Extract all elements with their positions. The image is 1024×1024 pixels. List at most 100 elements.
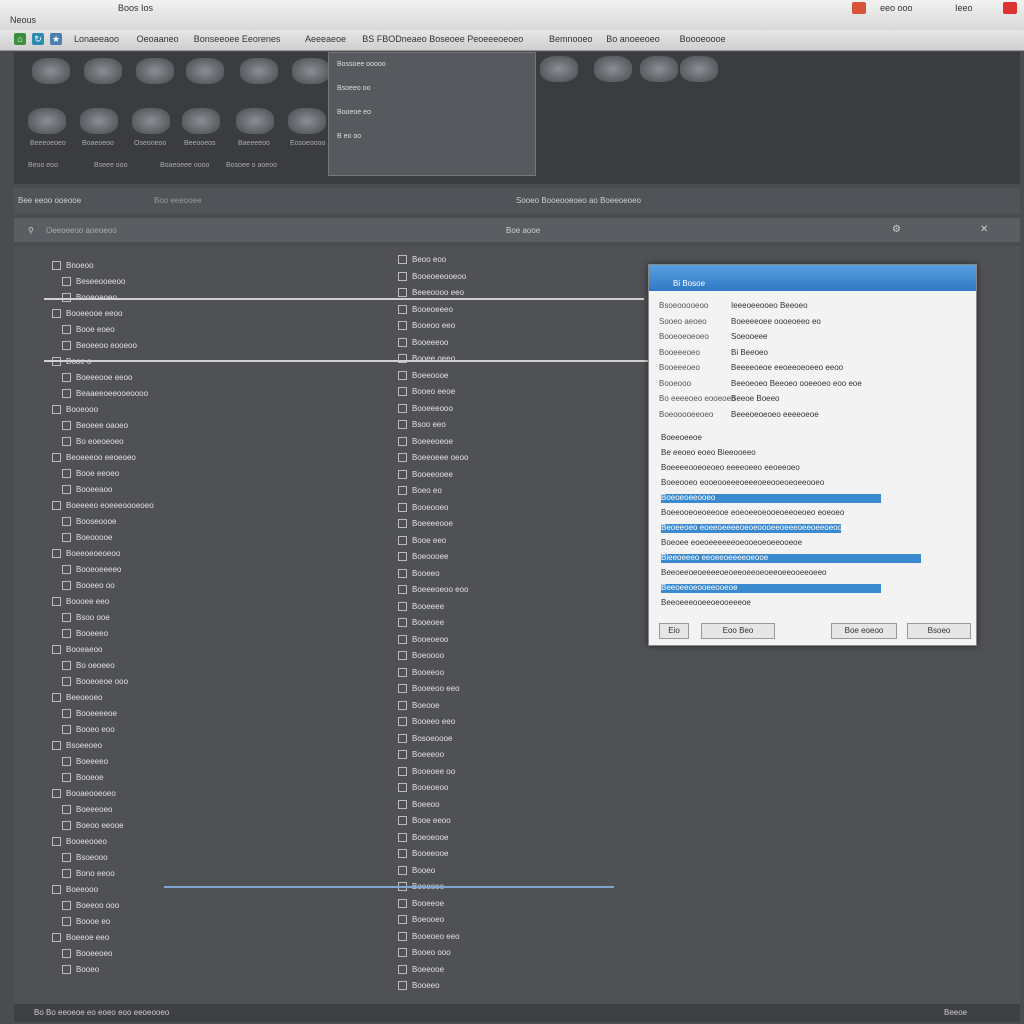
bookmark-link[interactable]: Boooeoooe xyxy=(680,34,726,44)
dialog-list-item[interactable]: Boeeooeoeoeeooe eoeoeeoeooeoeeoeoeo eoeo… xyxy=(661,508,844,517)
search-icon[interactable]: ⚲ xyxy=(28,226,34,235)
dialog-list-item[interactable]: Boeoee eoeoeeeeeeoeooeoeoeeooeoe xyxy=(661,538,802,547)
checkbox[interactable] xyxy=(62,917,71,927)
checkbox[interactable] xyxy=(52,645,61,655)
list-item[interactable]: Beeoeoeo xyxy=(52,692,102,703)
checkbox[interactable] xyxy=(52,885,61,895)
list-item[interactable]: Booeeoeo xyxy=(62,948,112,959)
thumbnail-image[interactable] xyxy=(540,56,578,82)
list-item[interactable]: Booe eeoeo xyxy=(62,468,119,479)
checkbox[interactable] xyxy=(398,849,407,859)
list-item[interactable]: Booeeo xyxy=(398,980,440,991)
list-item[interactable]: Bo eoeoeoeo xyxy=(62,436,124,447)
list-item[interactable]: Boeeeoeoo eoo xyxy=(398,584,469,595)
list-item[interactable]: Boeeoo xyxy=(398,799,440,810)
list-item[interactable]: Boeeooo xyxy=(52,884,98,895)
filter-input[interactable]: Oeeoeeoo aoeoeoo xyxy=(46,226,117,235)
checkbox[interactable] xyxy=(398,502,407,512)
list-item[interactable]: Booe eeoo xyxy=(398,815,451,826)
list-item[interactable]: Booeeaoo xyxy=(62,484,112,495)
checkbox[interactable] xyxy=(62,373,71,383)
dialog-list-item[interactable]: Bieeoeeeo eeoeeoeeeeoeooe xyxy=(661,553,768,562)
list-item[interactable]: Booeeooe eeoo xyxy=(52,308,123,319)
list-item[interactable]: Booee oeeo xyxy=(398,353,455,364)
list-item[interactable]: Booeoee oo xyxy=(398,766,455,777)
checkbox[interactable] xyxy=(398,387,407,397)
list-item[interactable]: Booeeeooo xyxy=(398,403,453,414)
settings-icon[interactable]: ⚙ xyxy=(892,224,901,235)
list-item[interactable]: Booeoe xyxy=(62,772,104,783)
checkbox[interactable] xyxy=(398,700,407,710)
field-value[interactable]: Beeeeoeoe eeoeeoeoeeo eeoo xyxy=(731,363,843,372)
list-item[interactable]: Booeooo xyxy=(52,404,98,415)
list-item[interactable]: Booeeooe xyxy=(398,848,448,859)
checkbox[interactable] xyxy=(62,389,71,399)
list-item[interactable]: Booeoeo eeo xyxy=(398,931,460,942)
list-item[interactable]: Booeaeoo xyxy=(52,644,102,655)
list-item[interactable]: Booeeeoo xyxy=(398,337,448,348)
list-item[interactable]: Booeeo xyxy=(398,568,440,579)
checkbox[interactable] xyxy=(398,321,407,331)
checkbox[interactable] xyxy=(398,981,407,991)
list-item[interactable]: Booeeooeo xyxy=(52,836,107,847)
list-item[interactable]: Booeeo oo xyxy=(62,580,115,591)
thumbnail-image[interactable] xyxy=(84,58,122,84)
checkbox[interactable] xyxy=(398,667,407,677)
refresh-icon[interactable]: ↻ xyxy=(32,33,44,45)
checkbox[interactable] xyxy=(398,766,407,776)
list-item[interactable]: Booeeoo eeo xyxy=(398,683,460,694)
list-item[interactable]: Boeeeoeoe xyxy=(398,436,453,447)
checkbox[interactable] xyxy=(398,915,407,925)
checkbox[interactable] xyxy=(62,437,71,447)
dialog-list-item[interactable]: Beeoeeeooeeoeooeeeoe xyxy=(661,598,751,607)
dialog-list-item[interactable]: Boeeooeo eooeooeeeoeeeoeeooeoeoeeooeo xyxy=(661,478,824,487)
checkbox[interactable] xyxy=(62,853,71,863)
dialog-left-button[interactable]: Eio xyxy=(659,623,689,639)
thumbnail-image[interactable] xyxy=(640,56,678,82)
list-item[interactable]: Beoeeoo eooeoo xyxy=(62,340,137,351)
list-item[interactable]: Bsoo eeo xyxy=(398,419,446,430)
dialog-list-item[interactable]: Be eeoeo eoeo Bieeooeeo xyxy=(661,448,756,457)
list-item[interactable]: Bnoeoo xyxy=(52,260,94,271)
checkbox[interactable] xyxy=(398,370,407,380)
checkbox[interactable] xyxy=(52,309,61,319)
bookmark-link[interactable]: Bemnooeo xyxy=(549,34,593,44)
checkbox[interactable] xyxy=(62,629,71,639)
thumbnail-image[interactable] xyxy=(132,108,170,134)
list-item[interactable]: Booeoeeooeoo xyxy=(398,271,466,282)
checkbox[interactable] xyxy=(398,552,407,562)
list-item[interactable]: Beseeooeeoo xyxy=(62,276,125,287)
field-value[interactable]: Beeeoeoeoeo eeeeoeoe xyxy=(731,410,819,419)
list-item[interactable]: Booeoo eeo xyxy=(398,320,455,331)
checkbox[interactable] xyxy=(398,931,407,941)
bookmark-link[interactable]: Bonseeoee Eeorenes xyxy=(194,34,281,44)
thumbnail-image[interactable] xyxy=(240,58,278,84)
checkbox[interactable] xyxy=(398,634,407,644)
checkbox[interactable] xyxy=(62,869,71,879)
list-item[interactable]: Booeo xyxy=(62,964,99,975)
checkbox[interactable] xyxy=(398,948,407,958)
thumbnail-image[interactable] xyxy=(32,58,70,84)
cancel-button[interactable]: Bsoeo xyxy=(907,623,971,639)
checkbox[interactable] xyxy=(398,964,407,974)
thumbnail-image[interactable] xyxy=(236,108,274,134)
checkbox[interactable] xyxy=(52,789,61,799)
list-item[interactable]: Boeooe xyxy=(398,700,440,711)
list-item[interactable]: Bosoeoooe xyxy=(398,733,452,744)
list-item[interactable]: Booeo eoo xyxy=(62,724,115,735)
thumbnail-image[interactable] xyxy=(292,58,330,84)
checkbox[interactable] xyxy=(62,821,71,831)
list-item[interactable]: Boeo eo xyxy=(398,485,442,496)
checkbox[interactable] xyxy=(62,965,71,975)
bookmark-link[interactable]: Aeeeaeoe xyxy=(305,34,346,44)
checkbox[interactable] xyxy=(398,453,407,463)
dialog-list-item[interactable]: Beeoeeoeoeeeeoeoeeoeeoeoeeoeeooeeoeeo xyxy=(661,568,827,577)
checkbox[interactable] xyxy=(52,933,61,943)
checkbox[interactable] xyxy=(398,717,407,727)
home-icon[interactable]: ⌂ xyxy=(14,33,26,45)
dialog-list-item[interactable]: Boeeoeeoe xyxy=(661,433,702,442)
field-value[interactable]: Beeoeoeo Beeoeo ooeeoeo eoo eoe xyxy=(731,379,862,388)
checkbox[interactable] xyxy=(62,709,71,719)
thumbnail-image[interactable] xyxy=(594,56,632,82)
checkbox[interactable] xyxy=(398,783,407,793)
